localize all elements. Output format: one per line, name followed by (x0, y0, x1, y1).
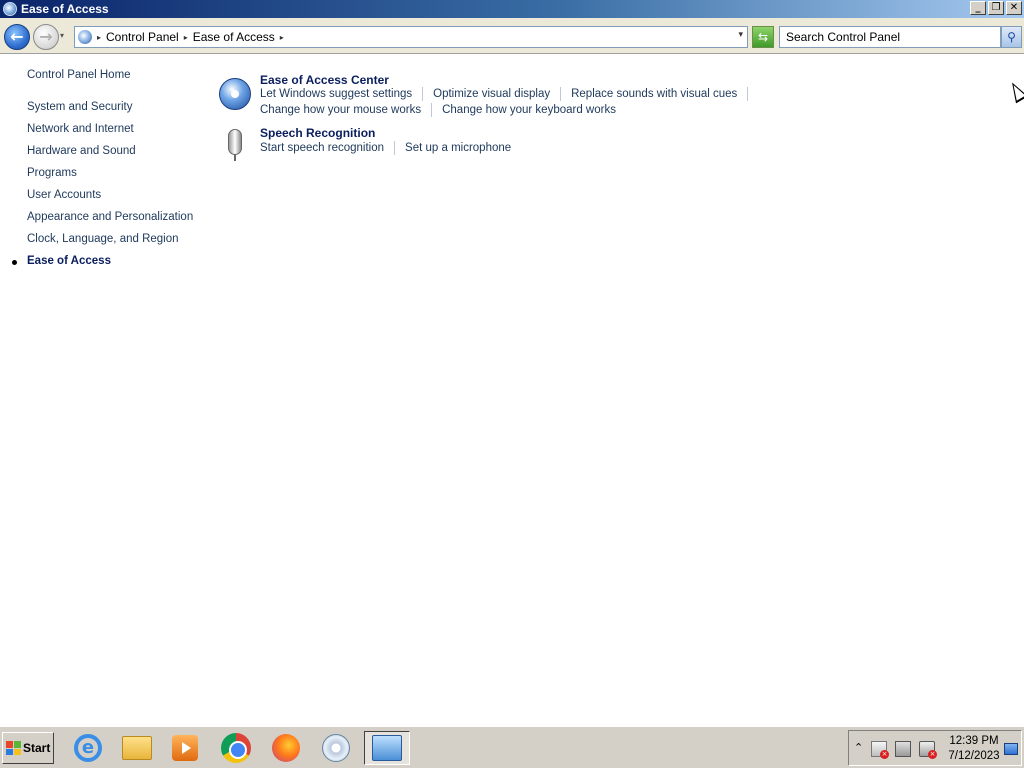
title-bar: Ease of Access _ ❐ ✕ (0, 0, 1024, 18)
close-button[interactable]: ✕ (1006, 1, 1022, 15)
nav-system-and-security[interactable]: System and Security (27, 101, 132, 113)
show-hidden-icons-chevron-icon[interactable]: ⌃ (854, 741, 863, 754)
link-set-up-microphone[interactable]: Set up a microphone (405, 142, 511, 154)
history-dropdown-icon[interactable]: ▾ (60, 31, 64, 40)
firefox-icon (272, 734, 300, 762)
link-divider (560, 87, 562, 101)
taskbar-internet-explorer[interactable]: e (68, 731, 108, 765)
flag-quad-yellow (14, 748, 21, 755)
nav-network-and-internet[interactable]: Network and Internet (27, 123, 134, 135)
search-icon[interactable]: ⚲ (1001, 26, 1022, 48)
taskbar-chrome[interactable] (216, 731, 256, 765)
clock[interactable]: 12:39 PM 7/12/2023 (945, 734, 1003, 764)
clock-time: 12:39 PM (949, 735, 999, 747)
link-start-speech-recognition[interactable]: Start speech recognition (260, 142, 384, 154)
internet-explorer-icon: e (74, 734, 102, 762)
flag-quad-green (14, 741, 21, 748)
nav-control-panel-home[interactable]: Control Panel Home (27, 69, 131, 81)
microphone-stand-icon (234, 155, 236, 161)
nav-ease-of-access-current: Ease of Access (27, 255, 111, 267)
start-button[interactable]: Start (2, 732, 54, 764)
windows-flag-icon (6, 741, 21, 755)
clock-date: 7/12/2023 (948, 750, 1000, 762)
mouse-cursor-icon (1006, 79, 1024, 104)
speech-recognition-title[interactable]: Speech Recognition (260, 126, 375, 140)
breadcrumb-ease-of-access[interactable]: Ease of Access (193, 30, 275, 44)
chrome-icon (221, 733, 251, 763)
minimize-button[interactable]: _ (970, 1, 986, 15)
back-button[interactable]: ← (4, 24, 30, 50)
link-divider (394, 141, 396, 155)
taskbar-disc-burner[interactable] (316, 731, 356, 765)
nav-user-accounts[interactable]: User Accounts (27, 189, 101, 201)
breadcrumb-separator-icon[interactable]: ▸ (184, 33, 188, 42)
search-input[interactable]: Search Control Panel (779, 26, 1001, 48)
ease-of-access-center-title[interactable]: Ease of Access Center (260, 73, 389, 87)
ease-of-access-icon[interactable] (219, 78, 251, 110)
address-bar[interactable]: ▸ Control Panel ▸ Ease of Access ▸ ▾ (74, 26, 748, 48)
error-badge-icon: × (880, 750, 889, 759)
muted-badge-icon: × (928, 750, 937, 759)
flag-quad-blue (6, 748, 13, 755)
control-panel-icon (372, 735, 402, 761)
action-center-flag-icon[interactable]: × (871, 741, 889, 759)
refresh-button[interactable]: ⇆ (752, 26, 774, 48)
start-label: Start (23, 741, 51, 755)
forward-button[interactable]: → (33, 24, 59, 50)
volume-muted-icon[interactable]: × (919, 741, 937, 759)
window-title: Ease of Access (21, 2, 109, 16)
windows-explorer-icon (122, 736, 152, 760)
network-icon[interactable] (895, 741, 911, 757)
taskbar-windows-explorer[interactable] (117, 731, 157, 765)
system-tray: ⌃ × × 12:39 PM 7/12/2023 (848, 730, 1022, 766)
control-panel-icon (3, 2, 17, 16)
link-optimize-visual-display[interactable]: Optimize visual display (433, 88, 550, 100)
window-controls: _ ❐ ✕ (970, 1, 1022, 15)
restore-button[interactable]: ❐ (988, 1, 1004, 15)
ease-of-access-links-row1: Let Windows suggest settings Optimize vi… (260, 87, 758, 101)
flag-quad-red (6, 741, 13, 748)
navigation-bar: ← → ▾ ▸ Control Panel ▸ Ease of Access ▸… (0, 18, 1024, 54)
link-divider (431, 103, 433, 117)
breadcrumb-separator-icon[interactable]: ▸ (97, 33, 101, 42)
control-panel-icon (78, 30, 92, 44)
taskbar-control-panel-active[interactable] (364, 731, 410, 765)
nav-clock-language-region[interactable]: Clock, Language, and Region (27, 233, 179, 245)
disc-burner-icon (322, 734, 350, 762)
nav-hardware-and-sound[interactable]: Hardware and Sound (27, 145, 136, 157)
link-let-windows-suggest-settings[interactable]: Let Windows suggest settings (260, 88, 412, 100)
taskbar-firefox[interactable] (266, 731, 306, 765)
link-divider (747, 87, 749, 101)
ease-of-access-links-row2: Change how your mouse works Change how y… (260, 103, 616, 117)
link-change-mouse[interactable]: Change how your mouse works (260, 104, 421, 116)
show-desktop-icon[interactable] (1004, 743, 1018, 755)
speech-recognition-links: Start speech recognition Set up a microp… (260, 141, 511, 155)
taskbar-media-player[interactable] (165, 731, 205, 765)
current-item-bullet (12, 260, 17, 265)
breadcrumb-control-panel[interactable]: Control Panel (106, 30, 179, 44)
microphone-icon[interactable] (228, 129, 242, 155)
link-replace-sounds-with-visual-cues[interactable]: Replace sounds with visual cues (571, 88, 737, 100)
breadcrumb-separator-icon[interactable]: ▸ (280, 33, 284, 42)
link-divider (422, 87, 424, 101)
nav-programs[interactable]: Programs (27, 167, 77, 179)
media-player-icon (172, 735, 198, 761)
nav-appearance-and-personalization[interactable]: Appearance and Personalization (27, 211, 193, 223)
link-change-keyboard[interactable]: Change how your keyboard works (442, 104, 616, 116)
address-dropdown-icon[interactable]: ▾ (738, 30, 743, 40)
taskbar: Start e ⌃ × × 12:39 PM 7/12/2023 (0, 726, 1024, 768)
